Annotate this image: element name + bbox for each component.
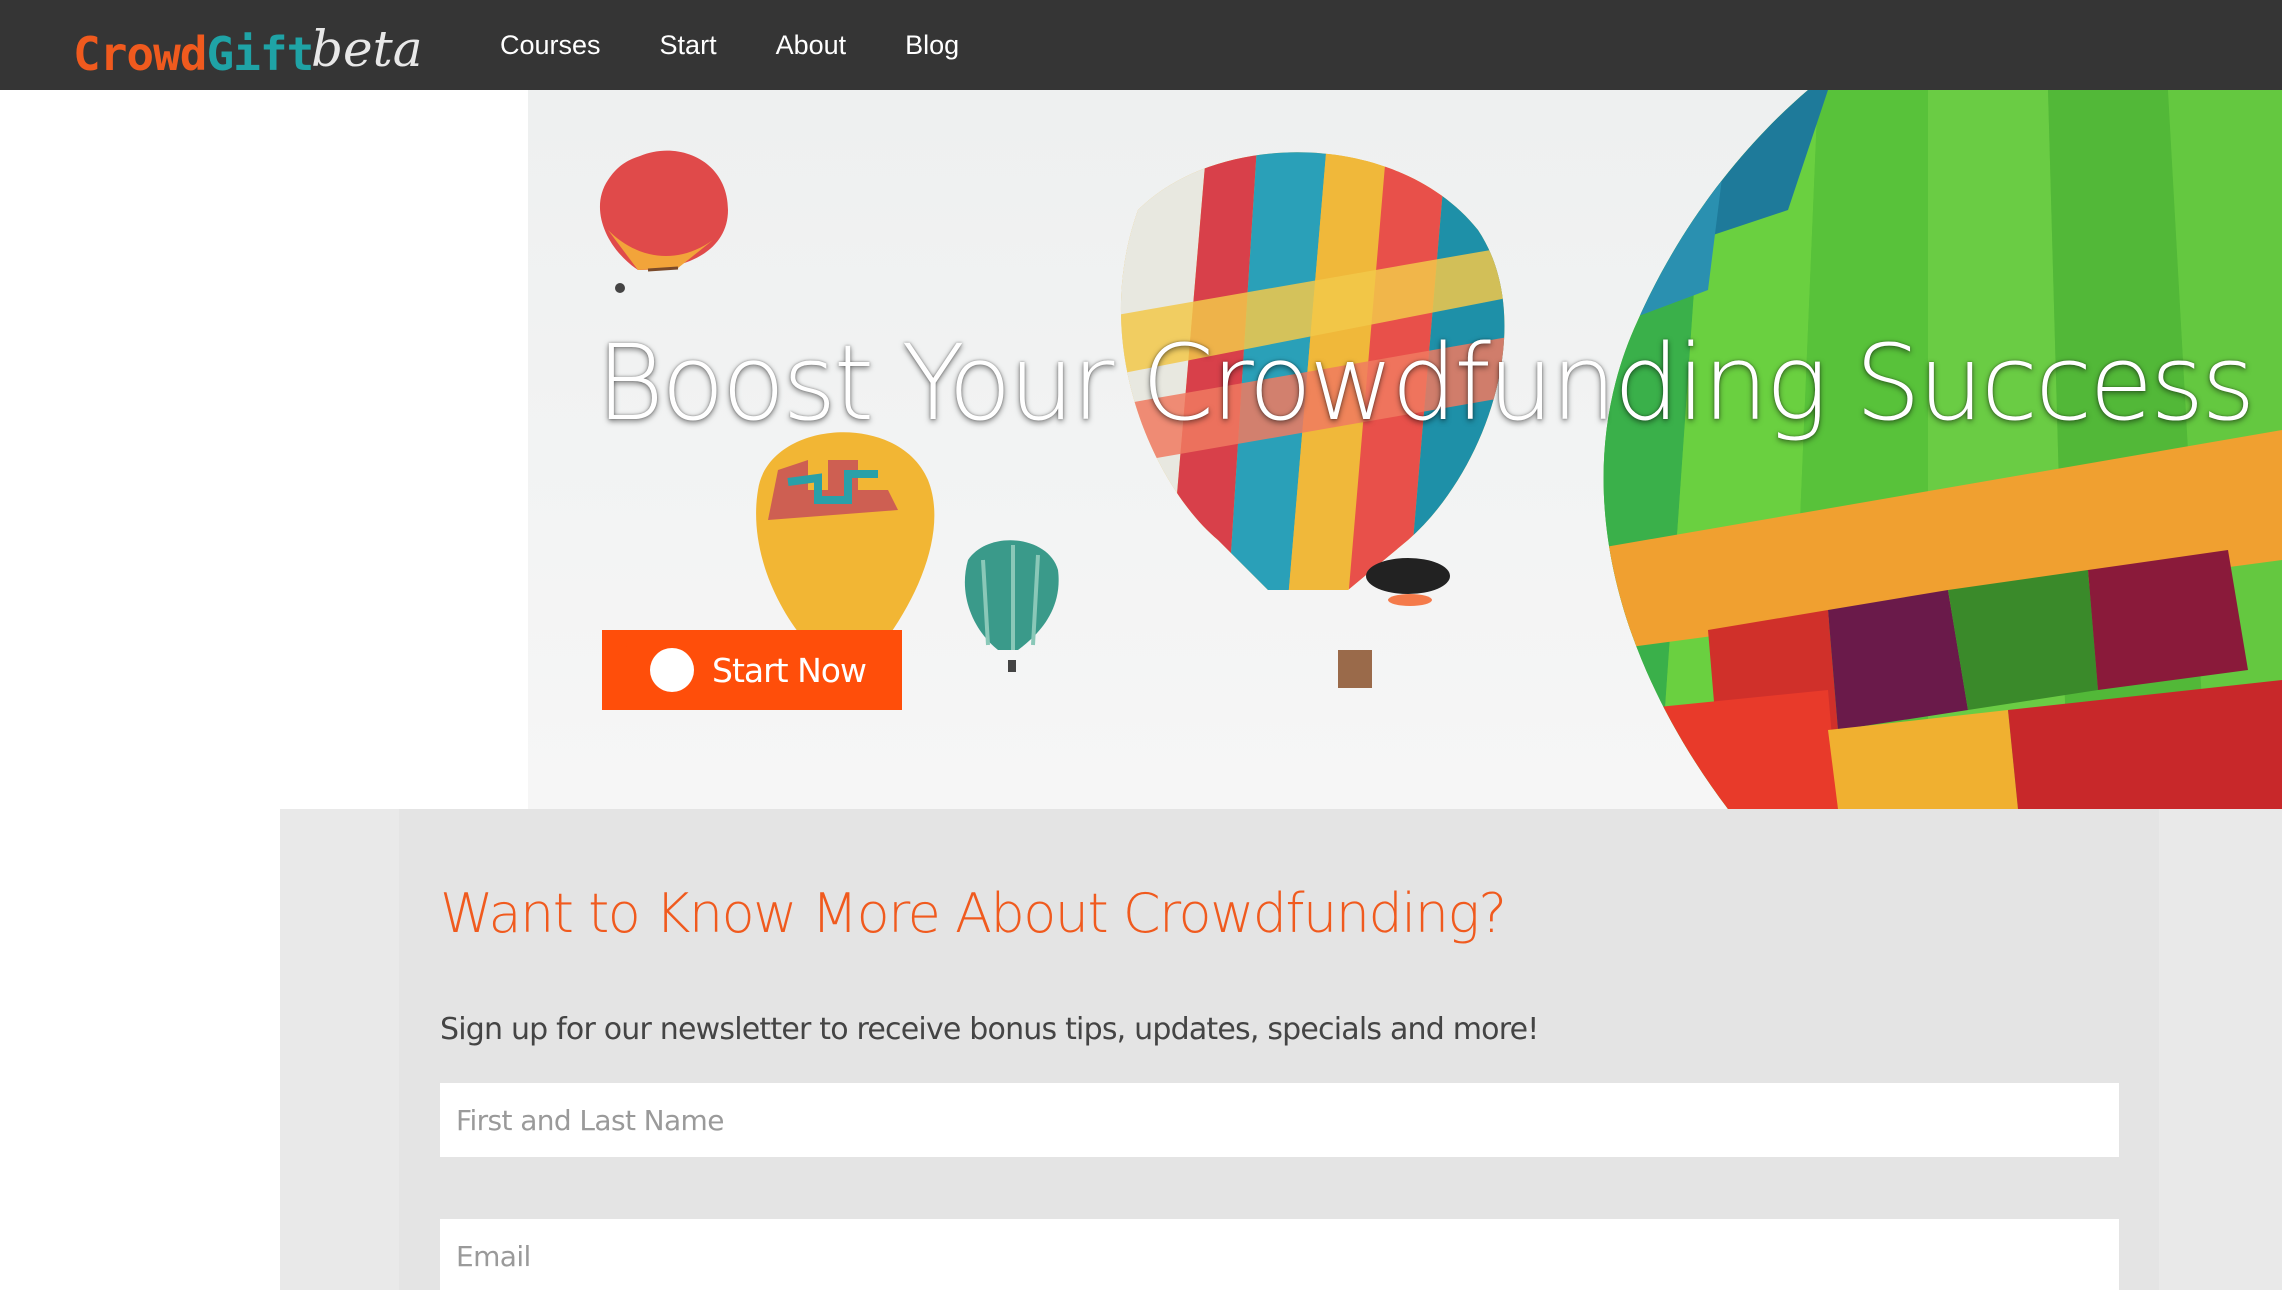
newsletter-subtitle: Sign up for our newsletter to receive bo…	[440, 1012, 1539, 1047]
email-input[interactable]	[440, 1219, 2119, 1290]
top-navigation-bar: Crowd Gift beta Courses Start About Blog	[0, 0, 2282, 90]
logo-crowd-text: Crowd	[73, 27, 207, 81]
newsletter-heading: Want to Know More About Crowdfunding?	[440, 882, 1507, 945]
nav-courses[interactable]: Courses	[500, 30, 601, 61]
nav-about[interactable]: About	[776, 30, 847, 61]
logo-beta-label: beta	[311, 20, 423, 78]
hero-banner: Boost Your Crowdfunding Success Start No…	[528, 90, 2282, 809]
start-now-label: Start Now	[712, 650, 867, 690]
main-nav: Courses Start About Blog	[500, 0, 1018, 90]
logo-gift-text: Gift	[206, 27, 314, 81]
arrow-right-circle-icon	[605, 635, 694, 692]
nav-blog[interactable]: Blog	[905, 30, 959, 61]
nav-start[interactable]: Start	[660, 30, 717, 61]
start-now-button[interactable]: Start Now	[602, 630, 902, 710]
crowdgift-logo[interactable]: Crowd Gift beta	[73, 24, 423, 84]
name-input[interactable]	[440, 1083, 2119, 1157]
hero-title: Boost Your Crowdfunding Success	[596, 322, 2256, 444]
